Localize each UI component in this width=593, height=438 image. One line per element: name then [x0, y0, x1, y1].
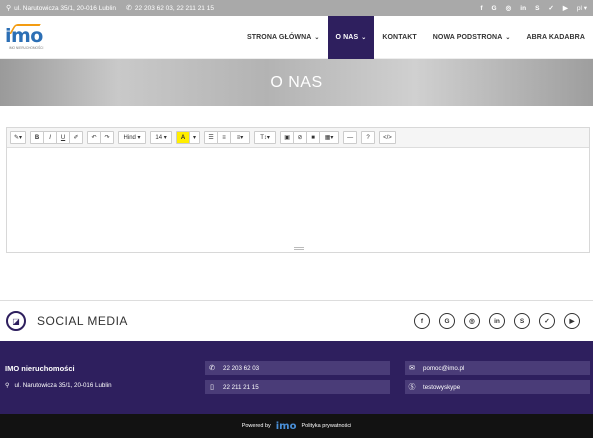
chevron-down-icon: ⌄ — [505, 35, 511, 41]
footer-phone-1-text: 22 203 62 03 — [223, 364, 260, 372]
footer: IMO nieruchomości ⚲ ul. Narutowicza 35/1… — [0, 341, 593, 414]
magic-style-button[interactable]: ✎▾ — [10, 131, 27, 144]
skype-icon[interactable]: S — [514, 313, 530, 329]
powered-by-text: Powered by — [241, 423, 271, 429]
footer-company-name: IMO nieruchomości — [5, 364, 75, 373]
chevron-down-icon: ⌄ — [361, 35, 367, 41]
skype-icon: Ⓢ — [408, 384, 416, 391]
location-pin-icon: ⚲ — [6, 5, 12, 12]
bottom-bar: Powered by imo Polityka prywatności — [0, 414, 593, 438]
italic-button[interactable]: I — [43, 131, 58, 144]
font-color-dropdown[interactable]: ▾ — [189, 131, 201, 144]
font-color-button[interactable]: A — [176, 131, 191, 144]
facebook-icon[interactable]: f — [414, 313, 430, 329]
insert-video-button[interactable]: ■ — [306, 131, 321, 144]
linkedin-icon[interactable]: in — [489, 313, 505, 329]
google-icon[interactable]: G — [439, 313, 455, 329]
editor-toolbar: ✎▾ B I U ✐ ↶ ↷ Hind ▾ 14 ▾ A ▾ ☰ ≡ ≡▾ T↕… — [7, 128, 589, 148]
nav-item-home[interactable]: STRONA GŁÓWNA ⌄ — [239, 16, 328, 59]
logo-subtitle: IMO NIERUCHOMOŚCI — [9, 46, 44, 50]
page-hero: O NAS — [0, 59, 593, 106]
editor-content-area[interactable] — [7, 148, 589, 248]
code-view-button[interactable]: </> — [379, 131, 396, 144]
horizontal-rule-button[interactable]: — — [343, 131, 358, 144]
nav-label: O NAS — [335, 34, 359, 41]
instagram-icon[interactable]: ◎ — [464, 313, 480, 329]
footer-phone-1[interactable]: ✆ 22 203 62 03 — [205, 361, 390, 375]
rich-text-editor: ✎▾ B I U ✐ ↶ ↷ Hind ▾ 14 ▾ A ▾ ☰ ≡ ≡▾ T↕… — [6, 127, 590, 253]
logo-text: imo — [5, 25, 43, 47]
linkedin-icon[interactable]: in — [520, 5, 526, 12]
nav-label: STRONA GŁÓWNA — [246, 34, 312, 41]
insert-link-button[interactable]: ⊘ — [293, 131, 308, 144]
nav-item-contact[interactable]: KONTAKT — [374, 16, 424, 59]
bold-button[interactable]: B — [30, 131, 45, 144]
footer-skype[interactable]: Ⓢ testowyskype — [405, 380, 590, 394]
phone-icon: ✆ — [126, 5, 132, 12]
help-button[interactable]: ? — [361, 131, 376, 144]
undo-button[interactable]: ↶ — [87, 131, 102, 144]
logo[interactable]: imo IMO NIERUCHOMOŚCI — [5, 24, 55, 53]
font-family-select[interactable]: Hind ▾ — [118, 131, 147, 144]
nav-item-new-page[interactable]: NOWA PODSTRONA ⌄ — [425, 16, 519, 59]
redo-button[interactable]: ↷ — [100, 131, 115, 144]
phone-info: ✆ 22 203 62 03, 22 211 21 15 — [126, 4, 214, 13]
twitter-icon[interactable]: ✓ — [539, 313, 555, 329]
unordered-list-button[interactable]: ☰ — [204, 131, 219, 144]
language-selector[interactable]: pl ▾ — [577, 4, 587, 12]
instagram-icon[interactable]: ◎ — [506, 4, 512, 12]
address-text: ul. Narutowicza 35/1, 20-016 Lublin — [14, 4, 117, 12]
social-media-section: ◪ SOCIAL MEDIA f G ◎ in S ✓ ▶ — [0, 300, 593, 341]
topbar-socials: f G ◎ in S ✓ ▶ — [480, 4, 568, 13]
page-title: O NAS — [270, 73, 323, 91]
nav-item-about[interactable]: O NAS ⌄ — [327, 16, 375, 59]
bottom-logo[interactable]: imo — [276, 421, 297, 432]
font-size-select[interactable]: 14 ▾ — [150, 131, 173, 144]
envelope-icon: ✉ — [409, 365, 415, 372]
youtube-icon[interactable]: ▶ — [563, 4, 568, 12]
align-dropdown[interactable]: ≡▾ — [230, 131, 251, 144]
footer-phone-2[interactable]: ▯ 22 211 21 15 — [205, 380, 390, 394]
chevron-down-icon: ⌄ — [314, 35, 320, 41]
twitter-icon[interactable]: ✓ — [548, 4, 553, 12]
footer-email[interactable]: ✉ pomoc@imo.pl — [405, 361, 590, 375]
ordered-list-button[interactable]: ≡ — [217, 131, 232, 144]
main-nav: STRONA GŁÓWNA ⌄ O NAS ⌄ KONTAKT NOWA PODST… — [239, 16, 593, 59]
google-icon[interactable]: G — [492, 5, 497, 12]
footer-skype-text: testowyskype — [423, 383, 461, 391]
insert-table-dropdown[interactable]: ▦▾ — [319, 131, 340, 144]
editor-resize-handle[interactable] — [294, 247, 304, 250]
nav-label: KONTAKT — [382, 34, 417, 41]
footer-phone-2-text: 22 211 21 15 — [223, 383, 259, 391]
top-bar: ⚲ ul. Narutowicza 35/1, 20-016 Lublin ✆ … — [0, 0, 593, 16]
language-label: pl — [576, 5, 582, 12]
social-title: SOCIAL MEDIA — [37, 314, 128, 328]
social-badge-icon: ◪ — [6, 311, 26, 331]
insert-image-button[interactable]: ▣ — [280, 131, 295, 144]
skype-icon[interactable]: S — [535, 5, 539, 12]
phone-icon: ✆ — [209, 365, 215, 372]
youtube-icon[interactable]: ▶ — [564, 313, 580, 329]
footer-address: ⚲ ul. Narutowicza 35/1, 20-016 Lublin — [5, 382, 112, 389]
phone-text: 22 203 62 03, 22 211 21 15 — [134, 4, 214, 12]
nav-label: NOWA PODSTRONA — [432, 34, 503, 41]
nav-label: ABRA KADABRA — [526, 34, 585, 41]
mobile-phone-icon: ▯ — [210, 384, 214, 391]
line-height-dropdown[interactable]: T↕▾ — [254, 131, 277, 144]
footer-email-text: pomoc@imo.pl — [423, 364, 465, 372]
social-icons: f G ◎ in S ✓ ▶ — [414, 313, 580, 329]
location-pin-icon: ⚲ — [5, 382, 10, 389]
facebook-icon[interactable]: f — [480, 5, 482, 12]
privacy-policy-link[interactable]: Polityka prywatności — [301, 423, 351, 429]
footer-address-text: ul. Narutowicza 35/1, 20-016 Lublin — [14, 382, 112, 389]
eraser-button[interactable]: ✐ — [69, 131, 84, 144]
underline-button[interactable]: U — [56, 131, 71, 144]
address-info: ⚲ ul. Narutowicza 35/1, 20-016 Lublin — [6, 4, 117, 13]
header: imo IMO NIERUCHOMOŚCI STRONA GŁÓWNA ⌄ O N… — [0, 16, 593, 59]
nav-item-abra[interactable]: ABRA KADABRA — [519, 16, 593, 59]
